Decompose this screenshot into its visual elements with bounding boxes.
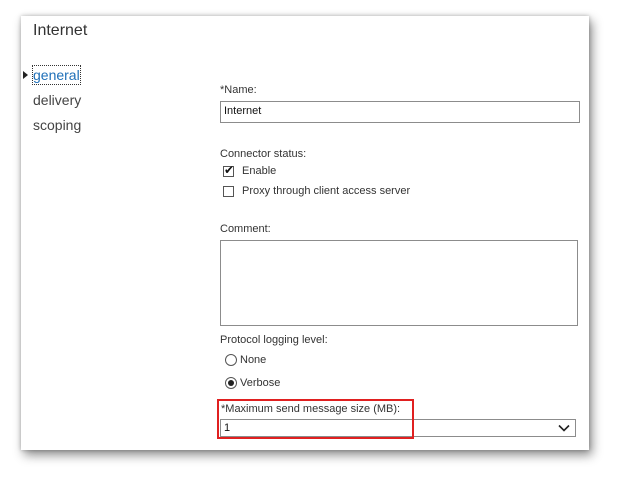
name-label: *Name: (220, 84, 257, 96)
name-input[interactable]: Internet (220, 101, 580, 123)
sidebar-item-label: delivery (33, 92, 82, 108)
verbose-radio-label: Verbose (240, 377, 281, 389)
sidebar-item-label: general (32, 65, 81, 85)
sidebar-nav: general delivery scoping (21, 65, 141, 141)
comment-label: Comment: (220, 223, 271, 235)
none-radio-label: None (240, 354, 267, 366)
sidebar-item-delivery[interactable]: delivery (21, 91, 141, 116)
connector-properties-dialog: Internet general delivery scoping *Name:… (21, 16, 589, 450)
comment-textarea[interactable] (220, 240, 578, 326)
verbose-radio[interactable] (225, 377, 237, 389)
enable-checkbox-row: ✔ Enable (223, 163, 276, 179)
caret-right-icon (23, 71, 28, 79)
checkmark-icon: ✔ (224, 162, 235, 177)
none-radio[interactable] (225, 354, 237, 366)
logging-option-none[interactable]: None (225, 352, 266, 368)
enable-label: Enable (242, 165, 277, 177)
proxy-checkbox-row: Proxy through client access server (223, 183, 410, 199)
dialog-title: Internet (33, 22, 88, 39)
enable-checkbox[interactable]: ✔ (223, 162, 235, 177)
max-size-select[interactable]: 1 (220, 419, 576, 437)
proxy-label: Proxy through client access server (242, 185, 411, 197)
logging-option-verbose[interactable]: Verbose (225, 375, 280, 391)
protocol-logging-label: Protocol logging level: (220, 334, 328, 346)
connector-status-label: Connector status: (220, 148, 307, 160)
sidebar-item-general[interactable]: general (21, 65, 141, 91)
sidebar-item-label: scoping (33, 117, 82, 133)
proxy-checkbox[interactable] (223, 185, 234, 197)
max-size-value: 1 (224, 422, 231, 434)
radio-selected-dot (228, 380, 234, 386)
sidebar-item-scoping[interactable]: scoping (21, 116, 141, 141)
chevron-down-icon (558, 424, 570, 432)
max-size-label: *Maximum send message size (MB): (221, 403, 401, 415)
